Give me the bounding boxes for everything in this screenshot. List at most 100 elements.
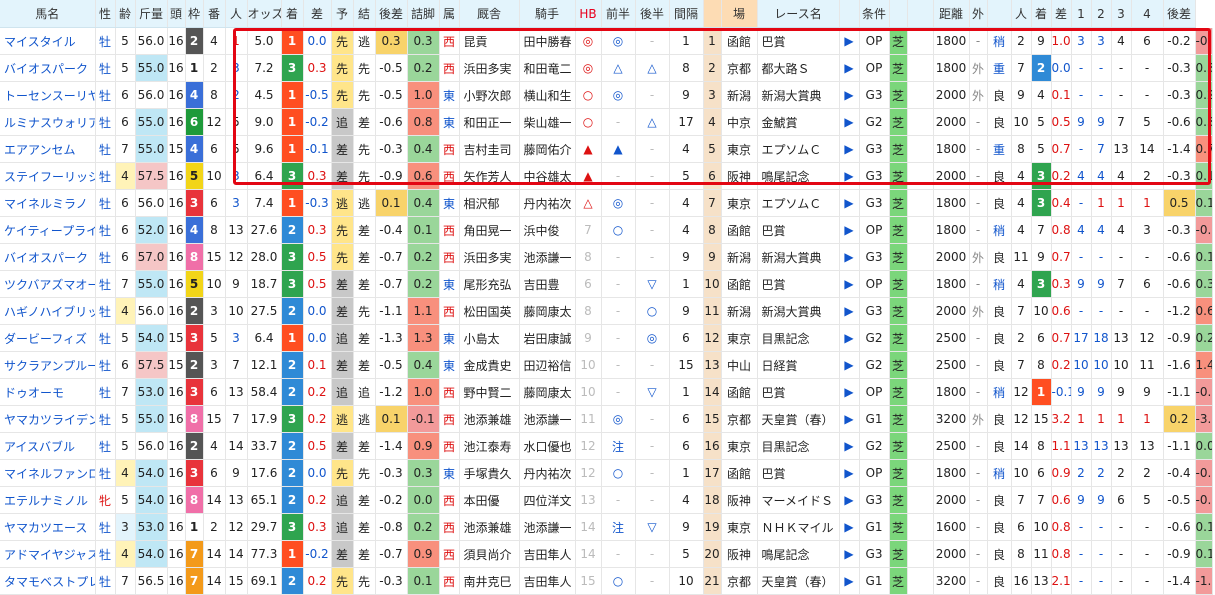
table-row[interactable]: トーセンスーリヤ牡 6 56.0 16 4 8 2 4.5 1 -0.5 先先 -0.5 1.0 東小野次…: [0, 81, 1213, 109]
col-header[interactable]: レース名: [757, 0, 840, 28]
play-video-icon[interactable]: ▶: [839, 378, 860, 406]
table-row[interactable]: バイオスパーク牡 6 57.0 16 8 15 12 28.0 3 0.5 先差 -0.7 0.2 西浜田…: [0, 243, 1213, 271]
table-row[interactable]: エアアンセム牡 7 55.0 15 4 6 5 9.6 1 -0.1 差先 -0.3 0.4 西吉村圭司藤…: [0, 135, 1213, 163]
race-name-link[interactable]: 巴賞: [757, 27, 840, 55]
col-header[interactable]: 枠: [185, 0, 204, 28]
col-header[interactable]: 場: [721, 0, 758, 28]
table-row[interactable]: バイオスパーク牡 5 55.0 16 1 2 3 7.2 3 0.3 先先 -0.5 0.2 西浜田多実和…: [0, 54, 1213, 82]
col-header[interactable]: 厩舎: [459, 0, 520, 28]
table-row[interactable]: ハギノハイブリッド牡456.016231027.520.0差先-1.11.1西松…: [0, 297, 1213, 325]
play-video-icon[interactable]: ▶: [839, 486, 860, 514]
play-video-icon[interactable]: ▶: [839, 216, 860, 244]
play-video-icon[interactable]: ▶: [839, 54, 860, 82]
col-header-hb[interactable]: HB: [575, 0, 602, 28]
race-name-link[interactable]: ＮＨＫマイル: [757, 513, 840, 541]
col-header[interactable]: オッズ: [247, 0, 282, 28]
play-video-icon[interactable]: ▶: [839, 243, 860, 271]
col-header[interactable]: 着: [281, 0, 304, 28]
col-header[interactable]: 間隔: [669, 0, 704, 28]
table-row[interactable]: アドマイヤジャスタ牡454.0167141477.31-0.2差差-0.70.9…: [0, 540, 1213, 568]
play-video-icon[interactable]: ▶: [839, 162, 860, 190]
race-name-link[interactable]: 目黒記念: [757, 324, 840, 352]
col-header[interactable]: 後半: [635, 0, 670, 28]
race-name-link[interactable]: 都大路Ｓ: [757, 54, 840, 82]
horse-name-link[interactable]: ルミナスウォリアー: [0, 108, 96, 136]
col-header[interactable]: 騎手: [519, 0, 576, 28]
race-name-link[interactable]: 金鯱賞: [757, 108, 840, 136]
race-name-link[interactable]: 新潟大賞典: [757, 243, 840, 271]
col-header[interactable]: 斤量: [135, 0, 168, 28]
horse-name-link[interactable]: サクラアンプルール: [0, 351, 96, 379]
horse-name-link[interactable]: マイスタイル: [0, 27, 96, 55]
col-header[interactable]: 外: [969, 0, 988, 28]
race-name-link[interactable]: 巴賞: [757, 459, 840, 487]
table-row[interactable]: マイスタイル牡 5 56.0 16 2 4 1 5.0 1 0.0 先逃 0.3 0.3 西昆貢 田中勝春 ◎…: [0, 27, 1213, 55]
col-header[interactable]: 4: [1131, 0, 1164, 28]
horse-name-link[interactable]: マイネルミラノ: [0, 189, 96, 217]
col-header[interactable]: 距離: [933, 0, 970, 28]
table-row[interactable]: タマモベストプレイ牡756.5167141569.120.2先先-0.30.1西…: [0, 567, 1213, 595]
play-video-icon[interactable]: ▶: [839, 108, 860, 136]
col-header[interactable]: 着: [1031, 0, 1052, 28]
horse-name-link[interactable]: ダービーフィズ: [0, 324, 96, 352]
col-header[interactable]: 頭: [167, 0, 186, 28]
table-row[interactable]: ヤマカツエース牡 3 53.0 16 1 2 12 29.7 3 0.3 追差 -0.8 0.2 西池添兼…: [0, 513, 1213, 541]
race-name-link[interactable]: エプソムＣ: [757, 189, 840, 217]
col-header[interactable]: 後差: [1163, 0, 1196, 28]
table-row[interactable]: アイスバブル牡 5 56.0 16 2 4 14 33.7 2 0.5 差差 -1.4 0.9 西池江泰寿…: [0, 432, 1213, 460]
col-header[interactable]: 後差: [375, 0, 408, 28]
col-header[interactable]: 差: [303, 0, 332, 28]
play-video-icon[interactable]: ▶: [839, 351, 860, 379]
col-header[interactable]: 詰脚: [407, 0, 440, 28]
race-name-link[interactable]: 新潟大賞典: [757, 81, 840, 109]
horse-name-link[interactable]: マイネルファンロン: [0, 459, 96, 487]
col-header[interactable]: 前半: [601, 0, 636, 28]
horse-name-link[interactable]: エアアンセム: [0, 135, 96, 163]
horse-name-link[interactable]: ドゥオーモ: [0, 378, 96, 406]
table-row[interactable]: マイネルファンロン牡454.01636917.620.0先先-0.30.3東手塚…: [0, 459, 1213, 487]
col-header[interactable]: 結: [353, 0, 376, 28]
table-row[interactable]: ルミナスウォリアー牡655.01661259.01-0.2追差-0.60.8東和…: [0, 108, 1213, 136]
horse-name-link[interactable]: アイスバブル: [0, 432, 96, 460]
horse-name-link[interactable]: ヤマカツライデン: [0, 405, 96, 433]
col-header[interactable]: 差: [1051, 0, 1072, 28]
table-row[interactable]: マイネルミラノ牡 6 56.0 16 3 6 3 7.4 1 -0.3 逃逃 0.1 0.4 東相沢郁 丹内…: [0, 189, 1213, 217]
table-row[interactable]: ケイティープライド牡652.016481327.620.3先差-0.40.1西角…: [0, 216, 1213, 244]
play-video-icon[interactable]: ▶: [839, 270, 860, 298]
horse-name-link[interactable]: トーセンスーリヤ: [0, 81, 96, 109]
col-header[interactable]: 1: [1071, 0, 1092, 28]
race-name-link[interactable]: 日経賞: [757, 351, 840, 379]
play-video-icon[interactable]: ▶: [839, 297, 860, 325]
race-name-link[interactable]: 巴賞: [757, 378, 840, 406]
col-header[interactable]: 条件: [859, 0, 890, 28]
col-header[interactable]: 人: [225, 0, 248, 28]
horse-name-link[interactable]: アドマイヤジャスタ: [0, 540, 96, 568]
table-row[interactable]: サクラアンプルール牡657.51523712.120.1差差-0.50.4東金成…: [0, 351, 1213, 379]
race-name-link[interactable]: 巴賞: [757, 216, 840, 244]
play-video-icon[interactable]: ▶: [839, 405, 860, 433]
col-header[interactable]: 属: [439, 0, 460, 28]
col-header[interactable]: 予: [331, 0, 354, 28]
col-header[interactable]: 性: [95, 0, 116, 28]
col-header[interactable]: 馬名: [0, 0, 96, 28]
play-video-icon[interactable]: ▶: [839, 540, 860, 568]
table-row[interactable]: ドゥオーモ牡 7 53.0 16 3 6 13 58.4 2 0.2 追追 -1.2 1.0 西野中賢二藤…: [0, 378, 1213, 406]
horse-name-link[interactable]: ツクバアズマオー: [0, 270, 96, 298]
race-name-link[interactable]: 巴賞: [757, 270, 840, 298]
horse-name-link[interactable]: バイオスパーク: [0, 54, 96, 82]
race-name-link[interactable]: エプソムＣ: [757, 135, 840, 163]
horse-name-link[interactable]: ステイフーリッシュ: [0, 162, 96, 190]
race-name-link[interactable]: マーメイドＳ: [757, 486, 840, 514]
horse-name-link[interactable]: ヤマカツエース: [0, 513, 96, 541]
horse-name-link[interactable]: エテルナミノル: [0, 486, 96, 514]
play-video-icon[interactable]: ▶: [839, 135, 860, 163]
race-name-link[interactable]: 天皇賞（春）: [757, 405, 840, 433]
horse-name-link[interactable]: バイオスパーク: [0, 243, 96, 271]
play-video-icon[interactable]: ▶: [839, 459, 860, 487]
play-video-icon[interactable]: ▶: [839, 567, 860, 595]
col-header[interactable]: 3: [1111, 0, 1132, 28]
play-video-icon[interactable]: ▶: [839, 513, 860, 541]
table-row[interactable]: ヤマカツライデン牡 5 55.0 16 8 15 7 17.9 3 0.2 逃逃 0.1 -0.1 西池添…: [0, 405, 1213, 433]
play-video-icon[interactable]: ▶: [839, 432, 860, 460]
col-header[interactable]: 番: [203, 0, 226, 28]
